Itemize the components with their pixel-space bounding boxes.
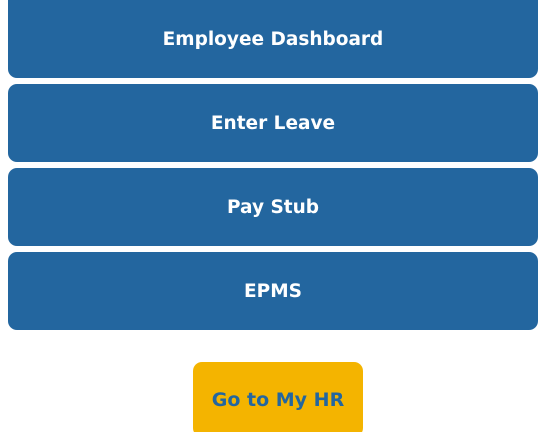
go-to-my-hr-label: Go to My HR [211,388,345,411]
epms-label: EPMS [244,280,302,302]
go-to-my-hr-button[interactable]: Go to My HR [193,362,363,432]
enter-leave-label: Enter Leave [210,112,336,134]
enter-leave-button[interactable]: Enter Leave [8,84,538,162]
epms-button[interactable]: EPMS [8,252,538,330]
hr-link-list: Employee Dashboard Enter Leave Pay Stub … [8,0,538,336]
pay-stub-label: Pay Stub [226,196,320,218]
employee-dashboard-button[interactable]: Employee Dashboard [8,0,538,78]
pay-stub-button[interactable]: Pay Stub [8,168,538,246]
employee-dashboard-label: Employee Dashboard [162,28,384,50]
